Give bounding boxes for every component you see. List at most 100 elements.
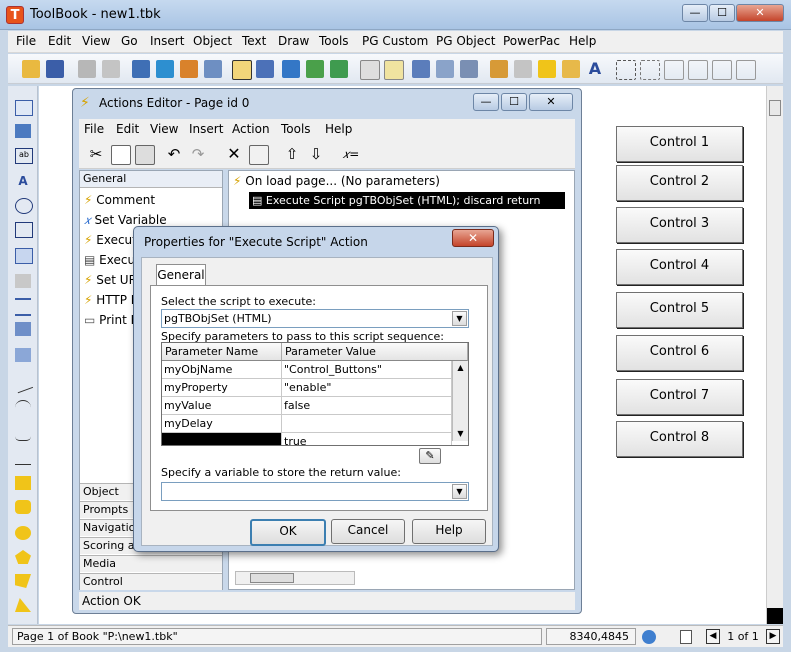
- menu-text[interactable]: Text: [242, 34, 266, 48]
- list-icon[interactable]: [256, 60, 274, 78]
- tree-event[interactable]: ⚡ On load page... (No parameters): [233, 174, 440, 188]
- title-bar[interactable]: T ToolBook - new1.tbk — ☐ ✕: [0, 0, 791, 30]
- front-icon[interactable]: [712, 60, 732, 80]
- column-header-value[interactable]: Parameter Value: [282, 343, 468, 361]
- table-tool-icon[interactable]: [15, 348, 31, 362]
- ae-menu-tools[interactable]: Tools: [281, 122, 311, 136]
- dialog-close-button[interactable]: ✕: [452, 229, 494, 247]
- grid-icon[interactable]: [306, 60, 324, 78]
- properties-icon[interactable]: [249, 145, 269, 165]
- scroll-up-icon[interactable]: ▲: [454, 361, 467, 374]
- ellipse-tool-icon[interactable]: [15, 526, 31, 540]
- label-tool-icon[interactable]: ab: [15, 148, 33, 164]
- help-button[interactable]: Help: [412, 519, 486, 544]
- param-value-cell[interactable]: false: [282, 397, 452, 415]
- text-tool-icon[interactable]: A: [15, 174, 31, 188]
- tree-icon[interactable]: [180, 60, 198, 78]
- pointer-mode-icon[interactable]: [232, 60, 252, 80]
- menu-pg-custom[interactable]: PG Custom: [362, 34, 428, 48]
- properties-icon[interactable]: [490, 60, 508, 78]
- column-header-name[interactable]: Parameter Name: [162, 343, 282, 361]
- menu-edit[interactable]: Edit: [48, 34, 71, 48]
- prev-page-button[interactable]: ◀: [706, 629, 720, 644]
- globe-icon[interactable]: [330, 60, 348, 78]
- new-page-icon[interactable]: [384, 60, 404, 80]
- control-6-button[interactable]: Control 6: [616, 335, 743, 371]
- param-name-cell-selected[interactable]: [162, 433, 282, 445]
- zoom-tool-icon[interactable]: [15, 124, 31, 138]
- action-http[interactable]: ⚡ HTTP P: [84, 293, 138, 311]
- ungroup-icon[interactable]: [640, 60, 660, 80]
- paste-icon[interactable]: [135, 145, 155, 165]
- param-value-cell[interactable]: [282, 415, 452, 433]
- param-name-cell[interactable]: myValue: [162, 397, 282, 415]
- polyline-tool-icon[interactable]: [15, 450, 31, 465]
- ae-menu-view[interactable]: View: [150, 122, 178, 136]
- save-icon[interactable]: [46, 60, 64, 78]
- line-tool-icon[interactable]: [12, 373, 34, 394]
- layers-icon[interactable]: [460, 60, 478, 78]
- edit-param-button[interactable]: ✎: [419, 448, 441, 464]
- vertical-scrollbar[interactable]: [766, 86, 783, 624]
- control-3-button[interactable]: Control 3: [616, 207, 743, 243]
- open-icon[interactable]: [22, 60, 40, 78]
- checkbox-tool-icon[interactable]: [15, 222, 33, 238]
- actions-icon[interactable]: [538, 60, 556, 78]
- menu-pg-object[interactable]: PG Object: [436, 34, 495, 48]
- redo-icon[interactable]: ↷: [189, 145, 207, 163]
- catalog-icon[interactable]: [514, 60, 532, 78]
- control-2-button[interactable]: Control 2: [616, 165, 743, 201]
- scroll-thumb[interactable]: [769, 100, 781, 116]
- angled-tool-icon[interactable]: [15, 598, 31, 612]
- param-value-cell[interactable]: "Control_Buttons": [282, 361, 452, 379]
- web-icon[interactable]: [156, 60, 174, 78]
- cancel-button[interactable]: Cancel: [331, 519, 405, 544]
- delete-icon[interactable]: ✕: [225, 145, 243, 163]
- category-media[interactable]: Media: [80, 555, 222, 572]
- horizontal-scrollbar[interactable]: [235, 571, 355, 585]
- param-name-cell[interactable]: myProperty: [162, 379, 282, 397]
- ae-menu-action[interactable]: Action: [232, 122, 270, 136]
- copy-icon[interactable]: [102, 60, 120, 78]
- back-icon[interactable]: [736, 60, 756, 80]
- ae-menu-insert[interactable]: Insert: [189, 122, 223, 136]
- script-select[interactable]: pgTBObjSet (HTML) ▼: [161, 309, 469, 328]
- ae-menu-help[interactable]: Help: [325, 122, 352, 136]
- action-comment[interactable]: ⚡ Comment: [84, 193, 155, 211]
- param-name-cell[interactable]: myDelay: [162, 415, 282, 433]
- chevron-down-icon[interactable]: ▼: [452, 311, 467, 326]
- maximize-button[interactable]: ☐: [709, 4, 735, 22]
- ae-menu-edit[interactable]: Edit: [116, 122, 139, 136]
- select-tool-icon[interactable]: [15, 100, 33, 116]
- cut-icon[interactable]: ✂: [87, 145, 105, 163]
- ae-menu-file[interactable]: File: [84, 122, 104, 136]
- reader-icon[interactable]: [132, 60, 150, 78]
- menu-view[interactable]: View: [82, 34, 110, 48]
- align-icon[interactable]: [664, 60, 684, 80]
- menu-go[interactable]: Go: [121, 34, 138, 48]
- close-button[interactable]: ✕: [736, 4, 784, 22]
- ae-minimize-button[interactable]: —: [473, 93, 499, 111]
- ok-button[interactable]: OK: [250, 519, 326, 546]
- control-8-button[interactable]: Control 8: [616, 421, 743, 457]
- next-page-button[interactable]: ▶: [766, 629, 780, 644]
- size-icon[interactable]: [688, 60, 708, 80]
- scroll-down-icon[interactable]: ▼: [454, 427, 467, 440]
- menu-help[interactable]: Help: [569, 34, 596, 48]
- control-1-button[interactable]: Control 1: [616, 126, 743, 162]
- cut-icon[interactable]: [78, 60, 96, 78]
- toolbox-icon[interactable]: [204, 60, 222, 78]
- control-5-button[interactable]: Control 5: [616, 292, 743, 328]
- category-control[interactable]: Control: [80, 573, 222, 590]
- page-icon[interactable]: [360, 60, 380, 80]
- script-icon[interactable]: [562, 60, 580, 78]
- radio-tool-icon[interactable]: [15, 198, 33, 214]
- picture-icon[interactable]: [412, 60, 430, 78]
- polygon-tool-icon[interactable]: [15, 550, 31, 564]
- rounded-rect-tool-icon[interactable]: [15, 500, 31, 514]
- field-tool-icon[interactable]: [15, 274, 31, 288]
- menu-file[interactable]: File: [16, 34, 36, 48]
- list-tool-icon[interactable]: [15, 298, 31, 316]
- group-icon[interactable]: [616, 60, 636, 80]
- param-name-cell[interactable]: myObjName: [162, 361, 282, 379]
